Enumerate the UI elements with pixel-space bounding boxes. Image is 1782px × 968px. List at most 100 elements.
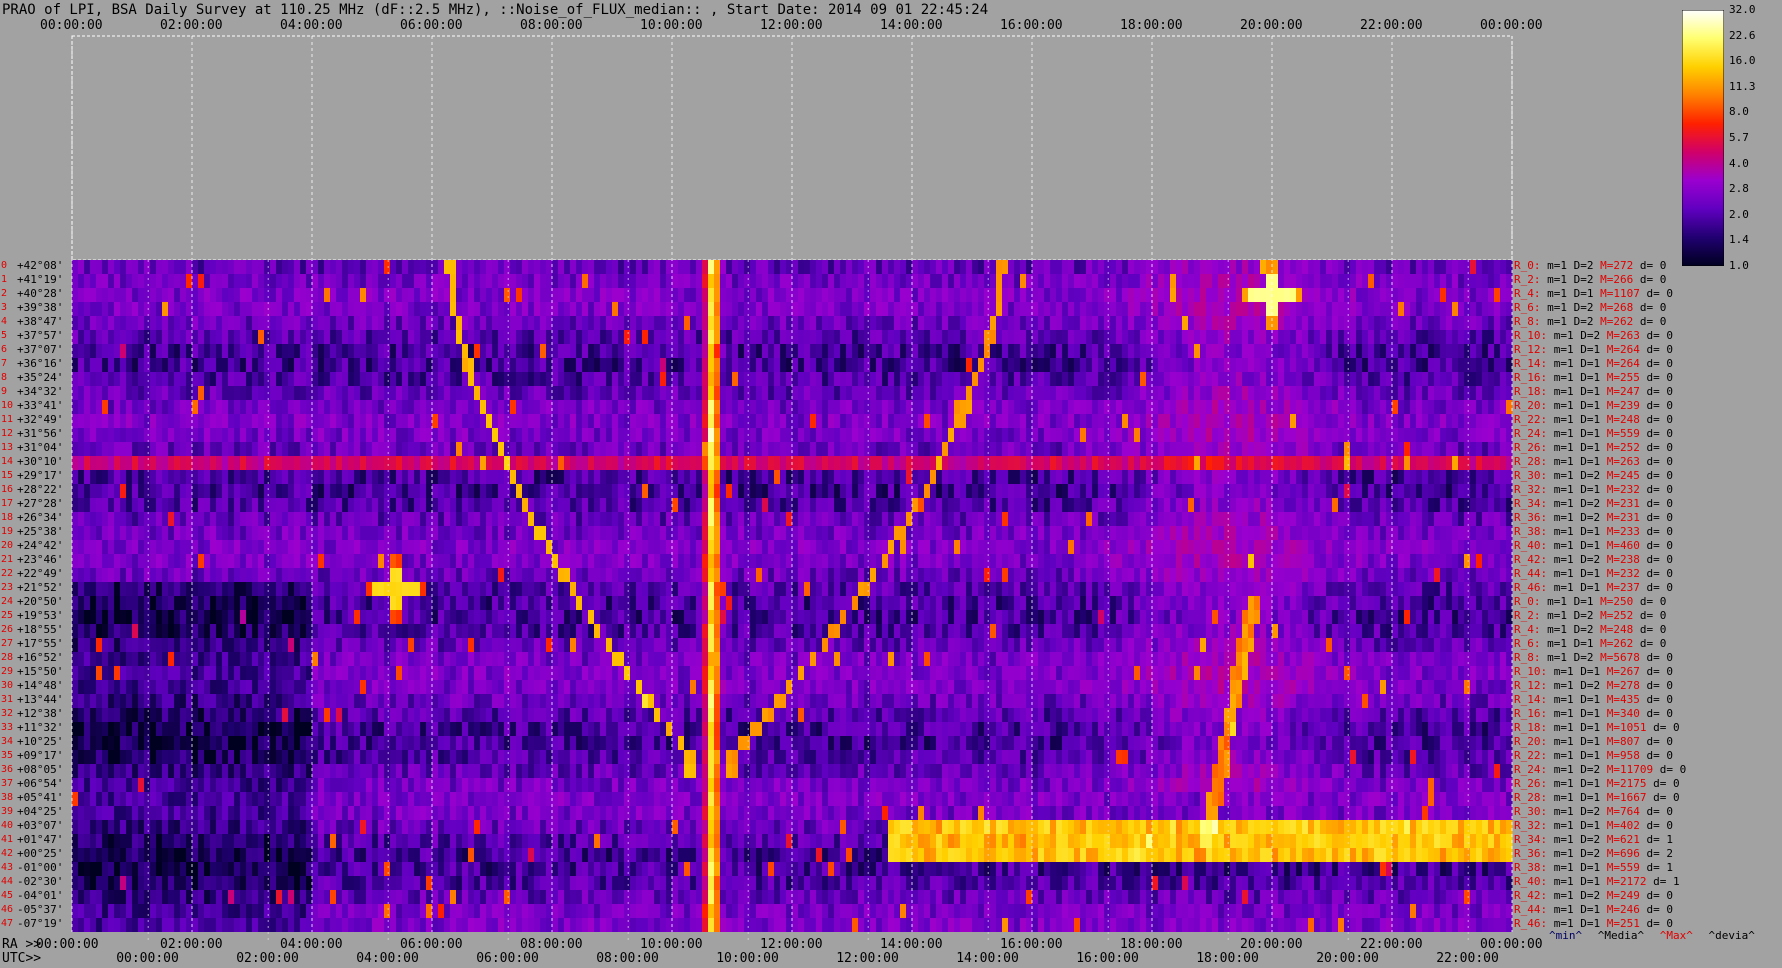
heatmap-cell <box>1434 316 1441 330</box>
heatmap-cell <box>834 372 841 386</box>
heatmap-cell <box>540 260 547 274</box>
heatmap-cell <box>1314 414 1321 428</box>
heatmap-cell <box>618 400 625 414</box>
heatmap-cell <box>1416 274 1423 288</box>
heatmap-cell <box>1020 344 1027 358</box>
heatmap-cell <box>1194 442 1201 456</box>
heatmap-cell <box>420 288 427 302</box>
heatmap-cell <box>1020 400 1027 414</box>
heatmap-cell <box>1218 274 1225 288</box>
heatmap-cell <box>342 456 349 470</box>
heatmap-cell <box>354 386 361 400</box>
heatmap-cell <box>126 428 133 442</box>
heatmap-cell <box>432 400 439 414</box>
heatmap-cell <box>180 456 187 470</box>
heatmap-cell <box>1236 358 1243 372</box>
heatmap-cell <box>1092 400 1099 414</box>
heatmap-cell <box>1008 428 1015 442</box>
heatmap-cell <box>1164 456 1171 470</box>
heatmap-cell <box>288 302 295 316</box>
heatmap-cell <box>1434 428 1441 442</box>
heatmap-cell <box>1500 288 1507 302</box>
heatmap-cell <box>1008 274 1015 288</box>
heatmap-cell <box>198 540 205 554</box>
heatmap-cell <box>300 470 307 484</box>
heatmap-cell <box>858 288 865 302</box>
heatmap-cell <box>372 414 379 428</box>
heatmap-cell <box>78 330 85 344</box>
heatmap-cell <box>924 526 931 540</box>
heatmap-cell <box>252 386 259 400</box>
heatmap-cell <box>216 260 223 274</box>
heatmap-cell <box>1458 512 1465 526</box>
heatmap-cell <box>432 344 439 358</box>
heatmap-cell <box>468 526 475 540</box>
heatmap-cell <box>978 512 985 526</box>
heatmap-cell <box>348 484 355 498</box>
heatmap-cell <box>324 358 331 372</box>
heatmap-cell <box>1104 512 1111 526</box>
heatmap-cell <box>990 358 997 372</box>
heatmap-cell <box>942 428 949 442</box>
heatmap-cell <box>912 330 919 344</box>
heatmap-cell <box>1134 302 1141 316</box>
heatmap-cell <box>1152 400 1159 414</box>
heatmap-cell <box>1464 344 1471 358</box>
heatmap-cell <box>1422 456 1429 470</box>
heatmap-cell <box>696 540 703 554</box>
heatmap-cell <box>978 498 985 512</box>
heatmap-cell <box>888 330 895 344</box>
heatmap-cell <box>570 288 577 302</box>
heatmap-cell <box>1164 274 1171 288</box>
heatmap-cell <box>1380 274 1387 288</box>
heatmap-cell <box>756 484 763 498</box>
heatmap-cell <box>1224 344 1231 358</box>
heatmap-cell <box>732 288 739 302</box>
heatmap-cell <box>1362 316 1369 330</box>
heatmap-cell <box>258 498 265 512</box>
heatmap-cell <box>708 498 715 512</box>
heatmap-cell <box>1038 358 1045 372</box>
heatmap-cell <box>864 484 871 498</box>
heatmap-cell <box>492 484 499 498</box>
heatmap-cell <box>456 414 463 428</box>
heatmap-cell <box>474 358 481 372</box>
heatmap-cell <box>444 526 451 540</box>
heatmap-cell <box>1092 302 1099 316</box>
heatmap-cell <box>1422 316 1429 330</box>
heatmap-cell <box>642 484 649 498</box>
heatmap-cell <box>216 400 223 414</box>
heatmap-cell <box>348 386 355 400</box>
heatmap-cell <box>1182 414 1189 428</box>
heatmap-cell <box>1020 498 1027 512</box>
heatmap-cell <box>1290 372 1297 386</box>
heatmap-cell <box>948 484 955 498</box>
heatmap-cell <box>804 540 811 554</box>
heatmap-cell <box>108 540 115 554</box>
heatmap-cell <box>1254 260 1261 274</box>
heatmap-cell <box>1008 330 1015 344</box>
heatmap-cell <box>168 414 175 428</box>
heatmap-cell <box>1086 456 1093 470</box>
heatmap-cell <box>990 316 997 330</box>
heatmap-cell <box>1248 260 1255 274</box>
heatmap-cell <box>474 386 481 400</box>
heatmap-cell <box>528 316 535 330</box>
heatmap-cell <box>294 302 301 316</box>
heatmap-cell <box>204 512 211 526</box>
heatmap-cell <box>1302 330 1309 344</box>
heatmap-cell <box>252 456 259 470</box>
heatmap-cell <box>1002 316 1009 330</box>
heatmap-cell <box>1374 372 1381 386</box>
heatmap-cell <box>882 288 889 302</box>
heatmap-cell <box>912 386 919 400</box>
heatmap-cell <box>1116 302 1123 316</box>
heatmap-cell <box>726 498 733 512</box>
heatmap-cell <box>1392 260 1399 274</box>
heatmap-cell <box>204 302 211 316</box>
heatmap-cell <box>1410 470 1417 484</box>
heatmap-cell <box>270 526 277 540</box>
heatmap-cell <box>1194 302 1201 316</box>
heatmap-cell <box>78 288 85 302</box>
heatmap-cell <box>1218 260 1225 274</box>
